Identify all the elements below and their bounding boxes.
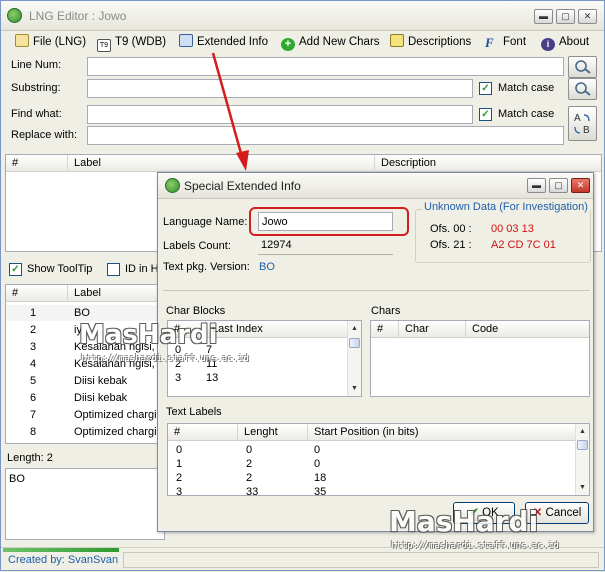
highlight-box bbox=[249, 207, 409, 236]
ofs21-value: A2 CD 7C 01 bbox=[491, 239, 556, 251]
scroll-down-arrow[interactable]: ▼ bbox=[577, 482, 588, 493]
chars-table[interactable]: # Char Code bbox=[370, 320, 590, 397]
watermark-url-1: http://mashardi.staff.uns.ac.id bbox=[81, 354, 249, 364]
unknown-data-group bbox=[415, 209, 591, 263]
scroll-thumb[interactable] bbox=[577, 440, 588, 450]
scroll-up-arrow[interactable]: ▲ bbox=[349, 323, 360, 334]
labels-count-field: 12974 bbox=[258, 236, 393, 255]
text-labels-table[interactable]: # Lenght Start Position (in bits) 0 0 0 … bbox=[167, 423, 590, 496]
col-header-number[interactable]: # bbox=[168, 424, 238, 441]
ofs21-label: Ofs. 21 : bbox=[430, 239, 472, 251]
char-blocks-title: Char Blocks bbox=[166, 305, 226, 317]
dialog-title: Special Extended Info bbox=[184, 179, 301, 193]
col-header-number[interactable]: # bbox=[371, 321, 399, 338]
col-header-start-position[interactable]: Start Position (in bits) bbox=[308, 424, 576, 441]
col-header-char[interactable]: Char bbox=[399, 321, 466, 338]
special-extended-info-dialog: Special Extended Info ▬ ▢ ✕ Language Nam… bbox=[157, 172, 594, 532]
labels-count-label: Labels Count: bbox=[163, 240, 231, 252]
text-labels-title: Text Labels bbox=[166, 406, 222, 418]
chars-title: Chars bbox=[371, 305, 401, 317]
ofs00-label: Ofs. 00 : bbox=[430, 223, 472, 235]
dialog-close-button[interactable]: ✕ bbox=[571, 178, 590, 193]
unknown-data-title: Unknown Data (For Investigation) bbox=[422, 201, 590, 213]
dialog-minimize-button[interactable]: ▬ bbox=[527, 178, 546, 193]
col-header-length[interactable]: Lenght bbox=[238, 424, 308, 441]
dialog-logo-icon bbox=[165, 178, 180, 193]
main-window: LNG Editor : Jowo ▬ ▢ ✕ File (LNG) T9 T9 … bbox=[0, 0, 605, 571]
watermark-brand-2: MasHardi bbox=[389, 505, 539, 538]
watermark-brand-1: MasHardi bbox=[79, 320, 218, 350]
col-header-last-index[interactable]: Last Index bbox=[206, 321, 349, 338]
watermark-url-2: http://mashardi.staff.uns.ac.id bbox=[391, 541, 559, 551]
text-pkg-version-value: BO bbox=[259, 261, 275, 273]
text-labels-scrollbar[interactable]: ▲ ▼ bbox=[575, 424, 589, 495]
scroll-up-arrow[interactable]: ▲ bbox=[577, 426, 588, 437]
scroll-thumb[interactable] bbox=[349, 338, 360, 348]
language-name-label: Language Name: bbox=[163, 216, 248, 228]
dialog-title-bar: Special Extended Info ▬ ▢ ✕ bbox=[158, 173, 593, 199]
dialog-maximize-button[interactable]: ▢ bbox=[549, 178, 568, 193]
ofs00-value: 00 03 13 bbox=[491, 223, 534, 235]
scroll-down-arrow[interactable]: ▼ bbox=[349, 383, 360, 394]
text-pkg-version-label: Text pkg. Version: bbox=[163, 261, 250, 273]
col-header-code[interactable]: Code bbox=[466, 321, 589, 338]
char-blocks-scrollbar[interactable]: ▲ ▼ bbox=[347, 321, 361, 396]
divider bbox=[163, 290, 590, 291]
